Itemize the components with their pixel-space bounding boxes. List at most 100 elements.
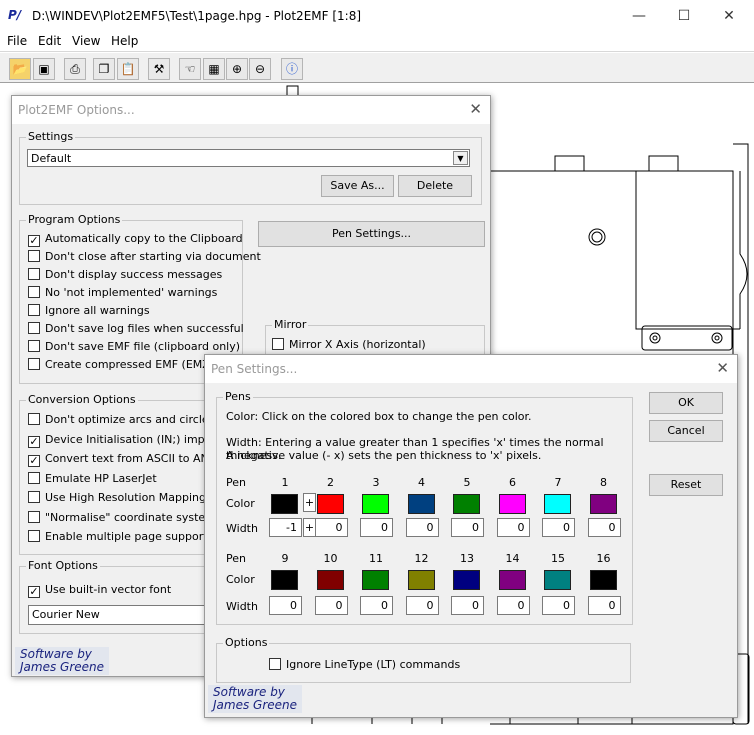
option-label: Don't optimize arcs and circles xyxy=(45,413,215,426)
open-icon[interactable]: 📂 xyxy=(9,58,31,80)
option-checkbox[interactable]: Emulate HP LaserJet xyxy=(28,471,157,485)
pen-color-swatch[interactable] xyxy=(362,494,389,514)
font-options-legend: Font Options xyxy=(26,559,100,572)
paste-icon[interactable]: 📋 xyxy=(117,58,139,80)
pen1-width-plus-button[interactable]: + xyxy=(303,518,316,537)
pen-color-swatch[interactable] xyxy=(316,570,344,590)
pen-width-input[interactable]: 0 xyxy=(587,518,621,537)
cancel-button[interactable]: Cancel xyxy=(649,420,723,442)
close-button[interactable]: ✕ xyxy=(706,4,752,28)
vector-font-checkbox[interactable]: ✓ Use built-in vector font xyxy=(28,583,171,598)
checkbox-box[interactable] xyxy=(28,471,40,484)
minimize-button[interactable]: — xyxy=(616,4,662,28)
reset-button[interactable]: Reset xyxy=(649,474,723,496)
checkbox-box[interactable]: ✓ xyxy=(28,435,40,448)
checkbox-box[interactable] xyxy=(272,338,284,350)
menu-help[interactable]: Help xyxy=(111,34,138,48)
pen-number: 8 xyxy=(600,476,607,489)
pen-width-input[interactable]: 0 xyxy=(542,596,575,615)
option-checkbox[interactable]: Don't optimize arcs and circles xyxy=(28,413,214,426)
menu-view[interactable]: View xyxy=(72,34,100,48)
menu-edit[interactable]: Edit xyxy=(38,34,61,48)
help-icon[interactable]: ⓘ xyxy=(281,58,303,80)
fit-page-icon[interactable]: ▦ xyxy=(203,58,225,80)
pen-color-swatch[interactable] xyxy=(407,494,435,514)
checkbox-box[interactable] xyxy=(28,530,40,542)
menu-file[interactable]: File xyxy=(7,34,27,48)
checkbox-box[interactable] xyxy=(269,658,281,670)
option-checkbox[interactable]: "Normalise" coordinate system xyxy=(28,510,216,524)
pen-color-swatch[interactable] xyxy=(544,570,571,590)
option-checkbox[interactable]: ✓ Device Initialisation (IN;) implied xyxy=(28,433,225,448)
pen-width-input[interactable]: 0 xyxy=(269,596,302,615)
checkbox-box[interactable]: ✓ xyxy=(28,235,40,247)
settings-select[interactable]: Default ▼ xyxy=(27,149,470,167)
pen-color-swatch[interactable] xyxy=(362,570,389,590)
pen-dialog-close-icon[interactable]: ✕ xyxy=(716,359,729,377)
option-checkbox[interactable]: Don't close after starting via document xyxy=(28,250,261,263)
pen-width-input[interactable]: 0 xyxy=(314,518,348,537)
checkbox-box[interactable] xyxy=(28,304,40,316)
option-checkbox[interactable]: Don't save EMF file (clipboard only) xyxy=(28,340,240,353)
option-checkbox[interactable]: Ignore all warnings xyxy=(28,304,150,317)
pen-width-input[interactable]: 0 xyxy=(360,518,393,537)
mirror-x-checkbox[interactable]: Mirror X Axis (horizontal) xyxy=(272,338,426,351)
option-checkbox[interactable]: ✓ Automatically copy to the Clipboard xyxy=(28,232,243,247)
pen-color-swatch[interactable] xyxy=(498,570,526,590)
pen-width-input[interactable]: 0 xyxy=(360,596,393,615)
checkbox-box[interactable] xyxy=(28,491,40,503)
checkbox-box[interactable]: ✓ xyxy=(28,455,40,467)
pen-width-input[interactable]: 0 xyxy=(496,596,530,615)
pen1-color-plus-button[interactable]: + xyxy=(303,493,316,512)
pen-color-swatch[interactable] xyxy=(407,570,435,590)
zoom-100-icon[interactable]: ☜ xyxy=(179,58,201,80)
checkbox-box[interactable] xyxy=(28,358,40,370)
option-checkbox[interactable]: No 'not implemented' warnings xyxy=(28,286,217,299)
pen-width-input[interactable]: 0 xyxy=(587,596,621,615)
checkbox-box[interactable]: ✓ xyxy=(28,586,40,598)
pen-settings-button[interactable]: Pen Settings... xyxy=(258,221,485,247)
pen-width-input[interactable]: -1 xyxy=(269,518,302,537)
checkbox-box[interactable] xyxy=(28,268,40,280)
pen-color-swatch[interactable] xyxy=(498,494,526,514)
pen-color-swatch[interactable] xyxy=(589,494,617,514)
pen-color-swatch[interactable] xyxy=(316,494,344,514)
copy-icon[interactable]: ❐ xyxy=(93,58,115,80)
ignore-linetype-checkbox[interactable]: Ignore LineType (LT) commands xyxy=(269,658,460,671)
option-checkbox[interactable]: ✓ Convert text from ASCII to ANSI xyxy=(28,452,219,467)
ok-button[interactable]: OK xyxy=(649,392,723,414)
options-dialog-close-icon[interactable]: ✕ xyxy=(469,100,482,118)
pen-color-swatch[interactable] xyxy=(271,494,298,514)
checkbox-box[interactable] xyxy=(28,340,40,352)
pen-width-input[interactable]: 0 xyxy=(405,596,439,615)
pen-color-swatch[interactable] xyxy=(589,570,617,590)
pen-width-input[interactable]: 0 xyxy=(405,518,439,537)
settings-icon[interactable]: ⚒ xyxy=(148,58,170,80)
pen-color-swatch[interactable] xyxy=(271,570,298,590)
pen-width-input[interactable]: 0 xyxy=(451,518,484,537)
zoom-in-icon[interactable]: ⊕ xyxy=(226,58,248,80)
zoom-out-icon[interactable]: ⊖ xyxy=(249,58,271,80)
checkbox-box[interactable] xyxy=(28,322,40,334)
pen-width-input[interactable]: 0 xyxy=(314,596,348,615)
print-icon[interactable]: ⎙ xyxy=(64,58,86,80)
maximize-button[interactable]: ☐ xyxy=(661,4,707,28)
checkbox-box[interactable] xyxy=(28,510,40,523)
pen-color-swatch[interactable] xyxy=(544,494,571,514)
pen-width-input[interactable]: 0 xyxy=(496,518,530,537)
save-as-button[interactable]: Save As... xyxy=(321,175,394,197)
option-checkbox[interactable]: Don't display success messages xyxy=(28,268,222,281)
checkbox-box[interactable] xyxy=(28,413,40,425)
option-checkbox[interactable]: Don't save log files when successful xyxy=(28,322,244,335)
pen-color-swatch[interactable] xyxy=(453,570,480,590)
pen-width-input[interactable]: 0 xyxy=(542,518,575,537)
properties-icon[interactable]: ▣ xyxy=(33,58,55,80)
checkbox-box[interactable] xyxy=(28,286,40,298)
delete-button[interactable]: Delete xyxy=(398,175,472,197)
pen-width-input[interactable]: 0 xyxy=(451,596,484,615)
option-checkbox[interactable]: Enable multiple page support xyxy=(28,530,208,543)
checkbox-box[interactable] xyxy=(28,250,40,262)
chevron-down-icon[interactable]: ▼ xyxy=(453,151,468,165)
option-label: "Normalise" coordinate system xyxy=(45,510,216,524)
pen-color-swatch[interactable] xyxy=(453,494,480,514)
